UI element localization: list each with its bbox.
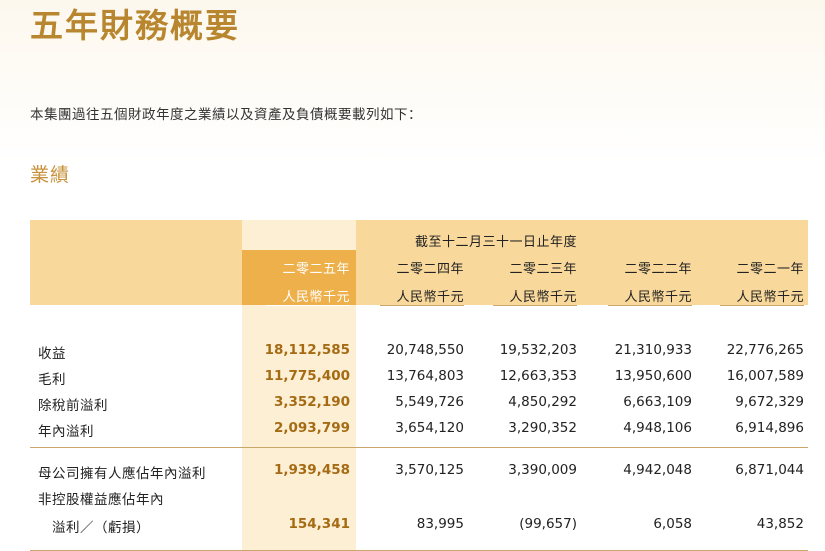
- row-label: 溢利／（虧損）: [38, 520, 150, 536]
- column-year: 二零二一年: [736, 262, 804, 277]
- table-cell: 3,654,120: [395, 420, 464, 436]
- table-cell: 21,310,933: [614, 342, 692, 358]
- column-header-5: 二零二一年人民幣千元: [714, 258, 804, 308]
- column-underline: [380, 305, 464, 306]
- row-label: 收益: [38, 346, 66, 362]
- column-header-2: 二零二四年人民幣千元: [374, 258, 464, 308]
- column-header-1: 二零二五年人民幣千元: [260, 258, 350, 308]
- table-cell: 3,390,009: [508, 462, 577, 478]
- table-cell: 154,341: [288, 516, 351, 532]
- column-year: 二零二三年: [509, 262, 577, 277]
- year-span-header: 截至十二月三十一日止年度: [414, 235, 577, 250]
- column-year: 二零二四年: [396, 262, 464, 277]
- table-cell: 4,948,106: [623, 420, 692, 436]
- column-unit: 人民幣千元: [624, 290, 692, 305]
- row-label: 母公司擁有人應佔年內溢利: [38, 466, 206, 482]
- row-label: 年內溢利: [38, 424, 94, 440]
- table-cell: 43,852: [756, 516, 804, 532]
- table-cell: 22,776,265: [726, 342, 804, 358]
- table-cell: 6,914,896: [735, 420, 804, 436]
- column-underline: [608, 305, 692, 306]
- column-unit: 人民幣千元: [396, 290, 464, 305]
- column-unit: 人民幣千元: [736, 290, 804, 305]
- column-underline: [720, 305, 804, 306]
- table-cell: 13,950,600: [614, 368, 692, 384]
- separator-rule: [30, 447, 808, 448]
- table-cell: (99,657): [519, 516, 577, 532]
- column-underline: [266, 305, 350, 306]
- column-year: 二零二五年: [282, 262, 350, 277]
- table-cell: 11,775,400: [264, 368, 350, 384]
- page-title: 五年財務概要: [30, 6, 240, 45]
- intro-text: 本集團過往五個財政年度之業績以及資產及負債概要載列如下：: [30, 107, 422, 123]
- row-label: 除稅前溢利: [38, 398, 108, 414]
- table-cell: 4,850,292: [508, 394, 577, 410]
- table-cell: 16,007,589: [726, 368, 804, 384]
- table-cell: 2,093,799: [273, 420, 350, 436]
- table-cell: 3,352,190: [273, 394, 350, 410]
- column-underline: [493, 305, 577, 306]
- column-header-3: 二零二三年人民幣千元: [487, 258, 577, 308]
- column-header-4: 二零二二年人民幣千元: [602, 258, 692, 308]
- table-cell: 19,532,203: [499, 342, 577, 358]
- table-cell: 3,290,352: [508, 420, 577, 436]
- table-cell: 6,871,044: [735, 462, 804, 478]
- results-table: 截至十二月三十一日止年度 二零二五年 人民幣千元 二零二四年 人民幣千元 二零二三年 人民…: [30, 220, 808, 551]
- table-cell: 1,939,458: [273, 462, 350, 478]
- section-title: 業績: [30, 164, 71, 186]
- table-cell: 6,058: [653, 516, 692, 532]
- table-cell: 13,764,803: [386, 368, 464, 384]
- table-cell: 4,942,048: [623, 462, 692, 478]
- table-cell: 20,748,550: [386, 342, 464, 358]
- column-unit: 人民幣千元: [509, 290, 577, 305]
- table-cell: 83,995: [416, 516, 464, 532]
- table-cell: 18,112,585: [264, 342, 350, 358]
- column-year: 二零二二年: [624, 262, 692, 277]
- column-unit: 人民幣千元: [282, 290, 350, 305]
- row-label: 非控股權益應佔年內: [38, 492, 164, 508]
- row-label: 毛利: [38, 372, 66, 388]
- table-cell: 12,663,353: [499, 368, 577, 384]
- table-cell: 9,672,329: [735, 394, 804, 410]
- table-cell: 6,663,109: [623, 394, 692, 410]
- table-cell: 3,570,125: [395, 462, 464, 478]
- table-cell: 5,549,726: [395, 394, 464, 410]
